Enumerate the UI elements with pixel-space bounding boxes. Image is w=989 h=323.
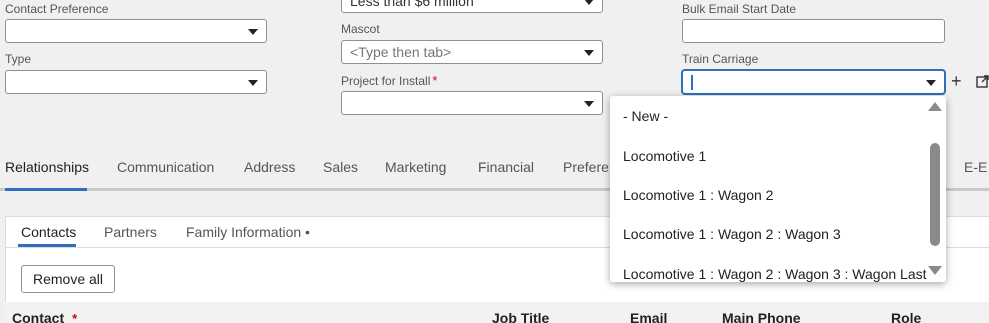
column-header-contact: Contact * xyxy=(12,310,77,323)
chevron-down-icon xyxy=(584,101,594,107)
subtab-partners[interactable]: Partners xyxy=(104,224,157,240)
mascot-select[interactable]: <Type then tab> xyxy=(341,40,603,64)
project-for-install-select[interactable] xyxy=(341,91,603,115)
project-for-install-label: Project for Install * xyxy=(341,73,437,88)
tab-financial[interactable]: Financial xyxy=(478,159,534,175)
subtab-contacts[interactable]: Contacts xyxy=(21,224,76,240)
tab-communication[interactable]: Communication xyxy=(117,159,214,175)
chevron-down-icon xyxy=(584,0,594,5)
tab-relationships[interactable]: Relationships xyxy=(5,159,89,175)
dropdown-option[interactable]: Locomotive 1 : Wagon 2 : Wagon 3 : Wagon… xyxy=(623,266,927,282)
tab-marketing[interactable]: Marketing xyxy=(385,159,446,175)
dropdown-option[interactable]: Locomotive 1 : Wagon 2 : Wagon 3 xyxy=(623,226,841,242)
tab-preferences[interactable]: Prefere xyxy=(563,159,609,175)
subtab-family-information[interactable]: Family Information • xyxy=(186,224,310,240)
mascot-label: Mascot xyxy=(341,22,380,36)
scroll-down-arrow-icon[interactable] xyxy=(928,266,942,275)
type-select[interactable] xyxy=(5,70,267,94)
project-for-install-label-text: Project for Install xyxy=(341,74,431,88)
add-icon[interactable]: + xyxy=(951,71,962,92)
chevron-down-icon xyxy=(584,50,594,56)
revenue-select[interactable]: Less than $6 million xyxy=(341,0,603,13)
contact-preference-select[interactable] xyxy=(5,19,267,43)
train-carriage-dropdown-list: - New - Locomotive 1 Locomotive 1 : Wago… xyxy=(610,96,946,282)
chevron-down-icon xyxy=(926,80,936,86)
chevron-down-icon xyxy=(248,29,258,35)
bulk-email-start-date-field[interactable] xyxy=(682,19,945,43)
type-label: Type xyxy=(5,52,32,66)
column-header-main-phone: Main Phone xyxy=(722,310,801,323)
remove-all-button[interactable]: Remove all xyxy=(21,265,115,293)
bulk-email-start-date-label: Bulk Email Start Date xyxy=(682,2,797,16)
tab-sales[interactable]: Sales xyxy=(323,159,358,175)
dropdown-option[interactable]: Locomotive 1 xyxy=(623,148,706,164)
scroll-up-arrow-icon[interactable] xyxy=(928,102,942,111)
tab-address[interactable]: Address xyxy=(244,159,295,175)
tab-e-e[interactable]: E-E xyxy=(964,159,987,175)
open-external-icon[interactable] xyxy=(976,75,989,88)
column-header-contact-text: Contact xyxy=(12,310,65,323)
contact-preference-label: Contact Preference xyxy=(5,2,109,16)
active-subtab-indicator xyxy=(18,244,76,247)
dropdown-option[interactable]: Locomotive 1 : Wagon 2 xyxy=(623,187,773,203)
column-header-role: Role xyxy=(891,310,922,323)
column-header-email: Email xyxy=(630,310,668,323)
train-carriage-select[interactable] xyxy=(682,70,945,94)
revenue-value: Less than $6 million xyxy=(350,0,474,9)
mascot-placeholder: <Type then tab> xyxy=(350,44,452,60)
active-tab-indicator xyxy=(5,188,87,191)
scrollbar-thumb[interactable] xyxy=(930,143,940,246)
chevron-down-icon xyxy=(248,80,258,86)
required-marker: * xyxy=(72,311,78,323)
dropdown-option[interactable]: - New - xyxy=(623,108,668,124)
text-cursor xyxy=(691,75,693,90)
train-carriage-label: Train Carriage xyxy=(682,52,759,66)
column-header-job-title: Job Title xyxy=(492,310,550,323)
required-marker: * xyxy=(432,73,438,88)
